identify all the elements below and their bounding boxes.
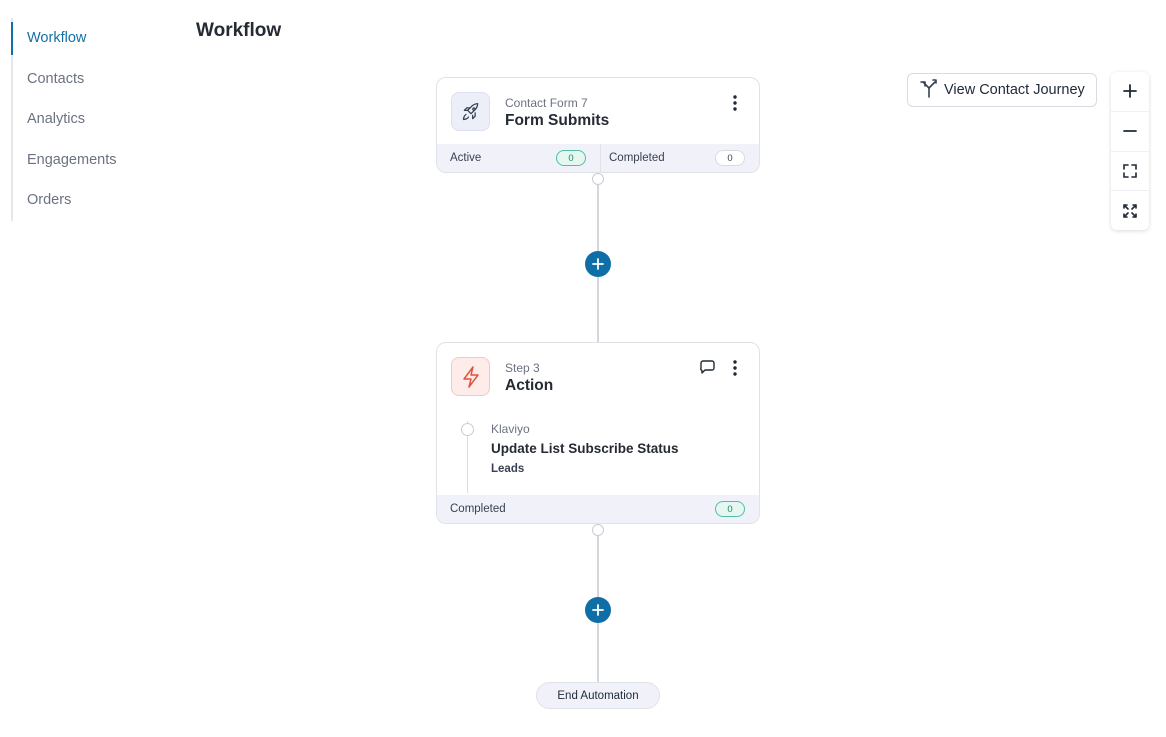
rocket-icon [462,102,478,120]
step-detail: Leads [491,463,525,475]
sidebar-item-engagements[interactable]: Engagements [13,140,161,181]
sidebar-item-contacts[interactable]: Contacts [13,59,161,100]
plus-icon [592,258,604,270]
trigger-title: Form Submits [505,112,610,129]
sidebar-item-orders[interactable]: Orders [13,180,161,221]
stat-active[interactable]: Active 0 [437,144,600,172]
step-app-name: Klaviyo [491,422,530,436]
action-stats: Completed 0 [437,495,759,523]
action-card[interactable]: Step 3 Action Klaviyo Update List Subscr… [436,342,760,524]
zoom-in-button[interactable] [1111,72,1149,112]
stat-completed[interactable]: Completed 0 [437,495,759,523]
sidebar-item-workflow[interactable]: Workflow [11,18,161,59]
action-subtitle: Step 3 [505,361,540,375]
stat-active-count: 0 [556,150,586,166]
step-name: Update List Subscribe Status [491,441,679,456]
action-icon-box [451,357,490,396]
zoom-in-icon [1123,84,1137,99]
fit-view-icon [1123,164,1137,178]
action-step[interactable]: Klaviyo Update List Subscribe Status Lea… [437,409,759,495]
stat-completed-label: Completed [609,152,665,164]
trigger-output-port[interactable] [592,173,604,185]
step-dot [461,423,474,436]
trigger-more-icon[interactable] [727,94,743,112]
sidebar-item-analytics[interactable]: Analytics [13,99,161,140]
add-step-button[interactable] [585,597,611,623]
view-contact-journey-button[interactable]: View Contact Journey [907,73,1097,107]
trigger-card[interactable]: Contact Form 7 Form Submits Active 0 Com… [436,77,760,173]
comment-icon[interactable] [699,359,715,375]
zoom-out-icon [1123,130,1137,133]
trigger-icon-box [451,92,490,131]
lightning-icon [462,365,479,388]
plus-icon [592,604,604,616]
zoom-controls [1111,72,1149,230]
stat-active-label: Active [450,152,482,164]
stat-completed[interactable]: Completed 0 [600,144,759,172]
action-more-icon[interactable] [727,359,743,377]
trigger-stats: Active 0 Completed 0 [437,144,759,172]
page-title: Workflow [196,20,282,41]
add-step-button[interactable] [585,251,611,277]
branch-icon [920,78,938,102]
stat-completed-label: Completed [450,503,506,515]
sidebar-nav: Workflow Contacts Analytics Engagements … [11,18,161,221]
view-contact-journey-label: View Contact Journey [944,82,1085,98]
end-automation: End Automation [536,682,660,709]
action-title: Action [505,377,554,394]
trigger-subtitle: Contact Form 7 [505,96,588,110]
fit-view-button[interactable] [1111,152,1149,192]
fullscreen-button[interactable] [1111,191,1149,230]
action-output-port[interactable] [592,524,604,536]
stat-completed-count: 0 [715,501,745,517]
zoom-out-button[interactable] [1111,112,1149,152]
fullscreen-icon [1123,203,1137,218]
stat-completed-count: 0 [715,150,745,166]
